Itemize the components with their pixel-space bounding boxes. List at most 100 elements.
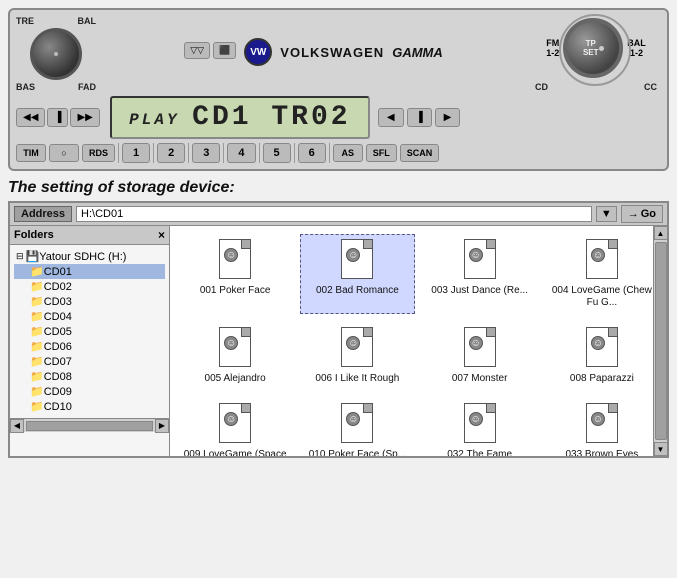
- tree-cd01-item[interactable]: 📁 CD01: [14, 264, 165, 279]
- nav-buttons: ◀ ▐ ▶: [378, 108, 461, 127]
- left-knob-bottom-labels: BAS FAD: [16, 82, 96, 92]
- file-item-004[interactable]: 004 LoveGame (Chew Fu G...: [545, 234, 659, 314]
- file-item-009[interactable]: 009 LoveGame (Space Cow...: [178, 398, 292, 456]
- doc-face-010: [346, 412, 360, 426]
- separator-3: [188, 143, 189, 163]
- file-item-002[interactable]: 002 Bad Romance: [300, 234, 414, 314]
- file-item-005[interactable]: 005 Alejandro: [178, 322, 292, 390]
- expand-icon: ⊟: [16, 251, 24, 262]
- tree-root-item[interactable]: ⊟ 💾 Yatour SDHC (H:): [14, 249, 165, 264]
- rds-button[interactable]: RDS: [82, 144, 115, 162]
- separator-5: [259, 143, 260, 163]
- tree-cd05-item[interactable]: 📁 CD05: [14, 324, 165, 339]
- nav-pause-button[interactable]: ▐: [407, 108, 432, 127]
- file-item-007[interactable]: 007 Monster: [423, 322, 537, 390]
- doc-face-008: [591, 336, 605, 350]
- num-6-button[interactable]: 6: [298, 143, 326, 163]
- browser-body: Folders × ⊟ 💾 Yatour SDHC (H:) 📁 CD01 📁 …: [10, 226, 667, 456]
- tree-cd08-item[interactable]: 📁 CD08: [14, 369, 165, 384]
- rewind-button[interactable]: ◀◀: [16, 108, 45, 127]
- num-5-button[interactable]: 5: [263, 143, 291, 163]
- bal-12-label: 1-2: [630, 48, 643, 58]
- display-play: PLAY: [129, 111, 192, 129]
- file-item-003[interactable]: 003 Just Dance (Re...: [423, 234, 537, 314]
- display-row: ◀◀ ▐ ▶▶ PLAY CD1 TR02 ◀ ▐ ▶: [16, 96, 661, 139]
- num-1-button[interactable]: 1: [122, 143, 150, 163]
- close-panel-button[interactable]: ×: [158, 228, 165, 242]
- separator-1: [118, 143, 119, 163]
- tree-cd02-item[interactable]: 📁 CD02: [14, 279, 165, 294]
- file-item-006[interactable]: 006 I Like It Rough: [300, 322, 414, 390]
- circle-button[interactable]: ○: [49, 144, 79, 162]
- sfl-button[interactable]: SFL: [366, 144, 397, 162]
- cd01-label: CD01: [44, 266, 72, 278]
- eq-button[interactable]: ▽▽: [184, 42, 210, 59]
- num-4-button[interactable]: 4: [227, 143, 255, 163]
- cd08-label: CD08: [44, 371, 72, 383]
- cd03-label: CD03: [44, 296, 72, 308]
- grid-scrollbar: ▲ ▼: [653, 226, 667, 456]
- tree-cd06-item[interactable]: 📁 CD06: [14, 339, 165, 354]
- forward-button[interactable]: ▶▶: [70, 108, 99, 127]
- tree-cd07-item[interactable]: 📁 CD07: [14, 354, 165, 369]
- file-item-008[interactable]: 008 Paparazzi: [545, 322, 659, 390]
- display-track: CD1 TR02: [192, 102, 350, 133]
- tre-label: TRE: [16, 16, 34, 26]
- doc-icon-033: [586, 403, 618, 443]
- right-knob-top: FM 1-2 TP SET BAL 1-2: [546, 16, 646, 80]
- doc-face-033: [591, 412, 605, 426]
- scroll-up-button[interactable]: ▲: [654, 226, 668, 240]
- hscroll-thumb[interactable]: [26, 421, 153, 431]
- nav-left-button[interactable]: ◀: [378, 108, 404, 127]
- file-item-033[interactable]: 033 Brown Eyes: [545, 398, 659, 456]
- mode-button[interactable]: ⬛: [213, 42, 236, 59]
- file-item-010[interactable]: 010 Poker Face (Sp...: [300, 398, 414, 456]
- tree-cd09-item[interactable]: 📁 CD09: [14, 384, 165, 399]
- scroll-thumb[interactable]: [655, 242, 667, 440]
- doc-face-032: [469, 412, 483, 426]
- hscroll-left-button[interactable]: ◀: [10, 419, 24, 433]
- hscroll-right-button[interactable]: ▶: [155, 419, 169, 433]
- folder-icon-cd04: 📁: [30, 310, 44, 323]
- storage-label: The setting of storage device:: [8, 179, 669, 197]
- fad-label: FAD: [78, 82, 96, 92]
- cd05-label: CD05: [44, 326, 72, 338]
- num-2-button[interactable]: 2: [157, 143, 185, 163]
- tree-cd04-item[interactable]: 📁 CD04: [14, 309, 165, 324]
- tim-button[interactable]: TIM: [16, 144, 46, 162]
- left-knob[interactable]: [30, 28, 82, 80]
- go-arrow: →: [628, 208, 639, 220]
- tree-cd03-item[interactable]: 📁 CD03: [14, 294, 165, 309]
- separator-6: [294, 143, 295, 163]
- address-dropdown-button[interactable]: ▼: [596, 206, 617, 222]
- small-buttons: ▽▽ ⬛: [184, 42, 236, 59]
- address-input[interactable]: [76, 206, 592, 222]
- file-label-009: 009 LoveGame (Space Cow...: [183, 449, 287, 456]
- doc-icon-005: [219, 327, 251, 367]
- file-label-008: 008 Paparazzi: [570, 373, 634, 385]
- file-item-032[interactable]: 032 The Fame: [423, 398, 537, 456]
- fm-12-label: 1-2: [546, 48, 559, 58]
- right-knob[interactable]: TP SET: [563, 18, 623, 78]
- scroll-down-button[interactable]: ▼: [654, 442, 668, 456]
- file-label-002: 002 Bad Romance: [316, 285, 399, 297]
- address-label: Address: [14, 206, 72, 222]
- scan-button[interactable]: SCAN: [400, 144, 440, 162]
- bas-label: BAS: [16, 82, 35, 92]
- nav-right-button[interactable]: ▶: [435, 108, 461, 127]
- as-button[interactable]: AS: [333, 144, 363, 162]
- file-label-003: 003 Just Dance (Re...: [431, 285, 528, 297]
- folder-icon-cd01: 📁: [30, 265, 44, 278]
- cd02-label: CD02: [44, 281, 72, 293]
- file-icon-container-033: [582, 403, 622, 447]
- doc-face-007: [469, 336, 483, 350]
- left-knob-group: TRE BAL BAS FAD: [16, 16, 96, 92]
- fm-label: FM: [546, 38, 559, 48]
- go-button[interactable]: → Go: [621, 205, 663, 223]
- file-item-001[interactable]: 001 Poker Face: [178, 234, 292, 314]
- address-bar: Address ▼ → Go: [10, 203, 667, 226]
- tree-cd10-item[interactable]: 📁 CD10: [14, 399, 165, 414]
- num-3-button[interactable]: 3: [192, 143, 220, 163]
- pause-button[interactable]: ▐: [47, 108, 68, 127]
- doc-icon-006: [341, 327, 373, 367]
